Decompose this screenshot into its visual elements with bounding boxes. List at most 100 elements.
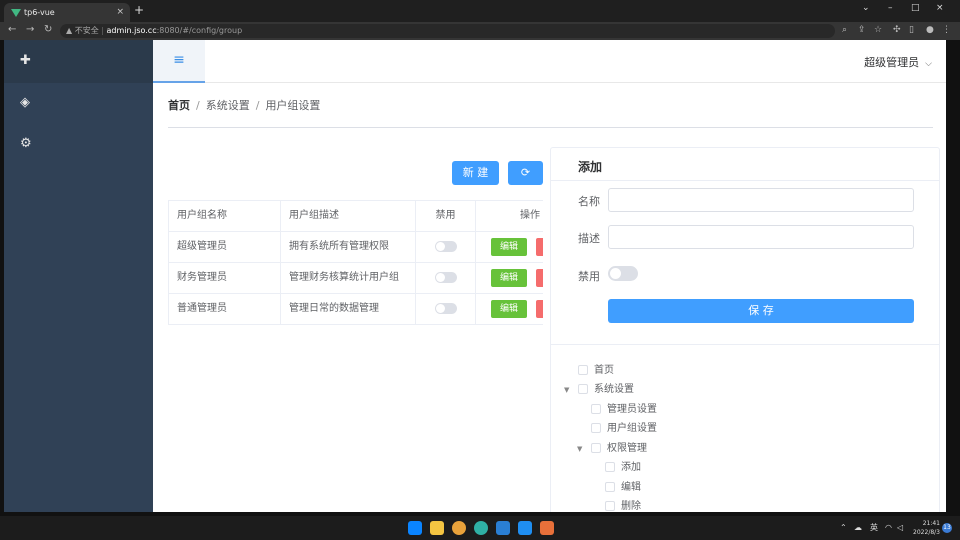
- breadcrumb-system-settings[interactable]: 系统设置: [206, 99, 250, 112]
- disabled-toggle[interactable]: [608, 266, 638, 281]
- cell-group-desc: 管理日常的数据管理: [281, 294, 416, 324]
- col-header-disabled: 禁用: [416, 201, 476, 231]
- edge-icon[interactable]: [474, 521, 488, 535]
- clock-date: 2022/8/3: [913, 529, 940, 536]
- disabled-switch[interactable]: [434, 271, 457, 283]
- cell-group-desc: 管理财务核算统计用户组: [281, 263, 416, 293]
- delete-button[interactable]: [536, 269, 543, 287]
- tree-checkbox[interactable]: [591, 423, 601, 433]
- extensions-icon[interactable]: ✣: [893, 25, 901, 35]
- browser-tab[interactable]: tp6-vue ×: [4, 3, 130, 22]
- cloud-icon[interactable]: ☁: [854, 516, 862, 540]
- screen: tp6-vue × + ⌄ – □ × ← → ↻ ▲ 不安全 | admin.…: [0, 0, 960, 540]
- sidebar: ✚ ◈ ⚙: [4, 40, 153, 512]
- reload-icon[interactable]: ↻: [44, 24, 52, 35]
- table-row: 财务管理员 管理财务核算统计用户组 编辑: [169, 263, 543, 294]
- maximize-button[interactable]: □: [911, 3, 920, 13]
- vscode-icon[interactable]: [496, 521, 510, 535]
- add-group-panel: 添加 名称 描述 禁用 保 存 首页 ▼ 系统设置 管理员设置 用户组设置 ▼ 权限…: [550, 147, 940, 512]
- delete-button[interactable]: [536, 300, 543, 318]
- disabled-label: 禁用: [578, 270, 600, 283]
- desc-input[interactable]: [608, 225, 914, 249]
- panel-title: 添加: [578, 160, 603, 174]
- settings-icon[interactable]: ⚙: [20, 137, 32, 151]
- tree-checkbox[interactable]: [605, 501, 615, 511]
- minimize-button[interactable]: –: [888, 3, 893, 13]
- disabled-switch[interactable]: [434, 302, 457, 314]
- tray-chevron-icon[interactable]: ⌃: [840, 516, 847, 540]
- tree-checkbox[interactable]: [591, 443, 601, 453]
- top-header: ≡ 超级管理员 ⌵: [153, 40, 946, 83]
- notification-badge[interactable]: 13: [942, 523, 952, 533]
- disabled-switch[interactable]: [434, 240, 457, 252]
- caret-down-icon[interactable]: ▼: [577, 442, 582, 456]
- caret-down-icon[interactable]: ▼: [564, 383, 569, 397]
- forward-icon[interactable]: →: [26, 24, 34, 35]
- sidepanel-icon[interactable]: ▯: [909, 25, 914, 35]
- tree-node-label: 编辑: [621, 482, 641, 493]
- logo-icon[interactable]: ✚: [20, 54, 31, 68]
- tree-checkbox[interactable]: [605, 482, 615, 492]
- tree-node-delete[interactable]: 删除: [605, 500, 641, 512]
- edit-button[interactable]: 编辑: [491, 300, 527, 318]
- tree-node-home[interactable]: 首页: [578, 364, 614, 378]
- menu-toggle-button[interactable]: ≡: [153, 40, 205, 83]
- delete-button[interactable]: [536, 238, 543, 256]
- tree-checkbox[interactable]: [578, 365, 588, 375]
- edit-button[interactable]: 编辑: [491, 269, 527, 287]
- user-name: 超级管理员: [864, 56, 920, 69]
- dashboard-icon[interactable]: ◈: [20, 96, 30, 110]
- tree-node-system-settings[interactable]: ▼ 系统设置: [564, 383, 634, 397]
- breadcrumb-separator: /: [196, 99, 200, 112]
- table-row: 超级管理员 拥有系统所有管理权限 编辑: [169, 232, 543, 263]
- profile-icon[interactable]: ●: [926, 25, 934, 35]
- vue-logo-icon: [11, 9, 21, 17]
- table-header-row: 用户组名称 用户组描述 禁用 操作: [169, 201, 543, 232]
- chevron-down-icon: ⌵: [925, 59, 932, 69]
- name-label: 名称: [578, 195, 600, 208]
- browser-menu-icon[interactable]: ⋮: [942, 25, 951, 35]
- share-icon[interactable]: ⇪: [858, 25, 866, 35]
- tree-node-label: 用户组设置: [607, 423, 657, 434]
- tree-node-edit[interactable]: 编辑: [605, 481, 641, 495]
- file-explorer-icon[interactable]: [430, 521, 444, 535]
- url-input[interactable]: ▲ 不安全 | admin.jso.cc:8080/#/config/group: [60, 24, 835, 38]
- name-input[interactable]: [608, 188, 914, 212]
- new-tab-button[interactable]: +: [134, 3, 144, 17]
- back-icon[interactable]: ←: [8, 24, 16, 35]
- windows-start-icon[interactable]: [408, 521, 422, 535]
- save-button[interactable]: 保 存: [608, 299, 914, 323]
- tab-close-icon[interactable]: ×: [116, 3, 124, 22]
- tree-node-admin-settings[interactable]: 管理员设置: [591, 403, 657, 417]
- close-window-button[interactable]: ×: [936, 3, 944, 13]
- wifi-icon[interactable]: ◠: [885, 516, 892, 540]
- edit-button[interactable]: 编辑: [491, 238, 527, 256]
- tree-node-group-settings[interactable]: 用户组设置: [591, 422, 657, 436]
- security-warning[interactable]: ▲ 不安全: [66, 26, 99, 35]
- fs-app-icon[interactable]: [540, 521, 554, 535]
- tree-checkbox[interactable]: [591, 404, 601, 414]
- desc-label: 描述: [578, 232, 600, 245]
- url-path: :8080/#/config/group: [156, 26, 243, 35]
- tree-node-add[interactable]: 添加: [605, 461, 641, 475]
- cell-group-name: 超级管理员: [169, 232, 281, 262]
- user-menu[interactable]: 超级管理员 ⌵: [864, 54, 932, 70]
- bookmark-star-icon[interactable]: ☆: [874, 25, 882, 35]
- zoom-icon[interactable]: ⌕: [842, 25, 847, 35]
- col-header-desc: 用户组描述: [281, 201, 416, 231]
- ime-indicator[interactable]: 英: [870, 516, 878, 540]
- tree-node-label: 首页: [594, 365, 614, 376]
- tab-search-icon[interactable]: ⌄: [862, 3, 870, 13]
- refresh-button[interactable]: ⟳: [508, 161, 543, 185]
- volume-icon[interactable]: ◁: [897, 516, 903, 540]
- tree-checkbox[interactable]: [578, 384, 588, 394]
- tree-node-permission-management[interactable]: ▼ 权限管理: [577, 442, 647, 456]
- new-button[interactable]: 新 建: [452, 161, 499, 185]
- p-app-icon[interactable]: [518, 521, 532, 535]
- tree-checkbox[interactable]: [605, 462, 615, 472]
- cell-actions: 编辑: [476, 232, 543, 262]
- chrome-icon[interactable]: [452, 521, 466, 535]
- taskbar-clock[interactable]: 21:41 2022/8/3: [908, 519, 940, 537]
- breadcrumb-home[interactable]: 首页: [168, 99, 190, 112]
- table-row: 普通管理员 管理日常的数据管理 编辑: [169, 294, 543, 325]
